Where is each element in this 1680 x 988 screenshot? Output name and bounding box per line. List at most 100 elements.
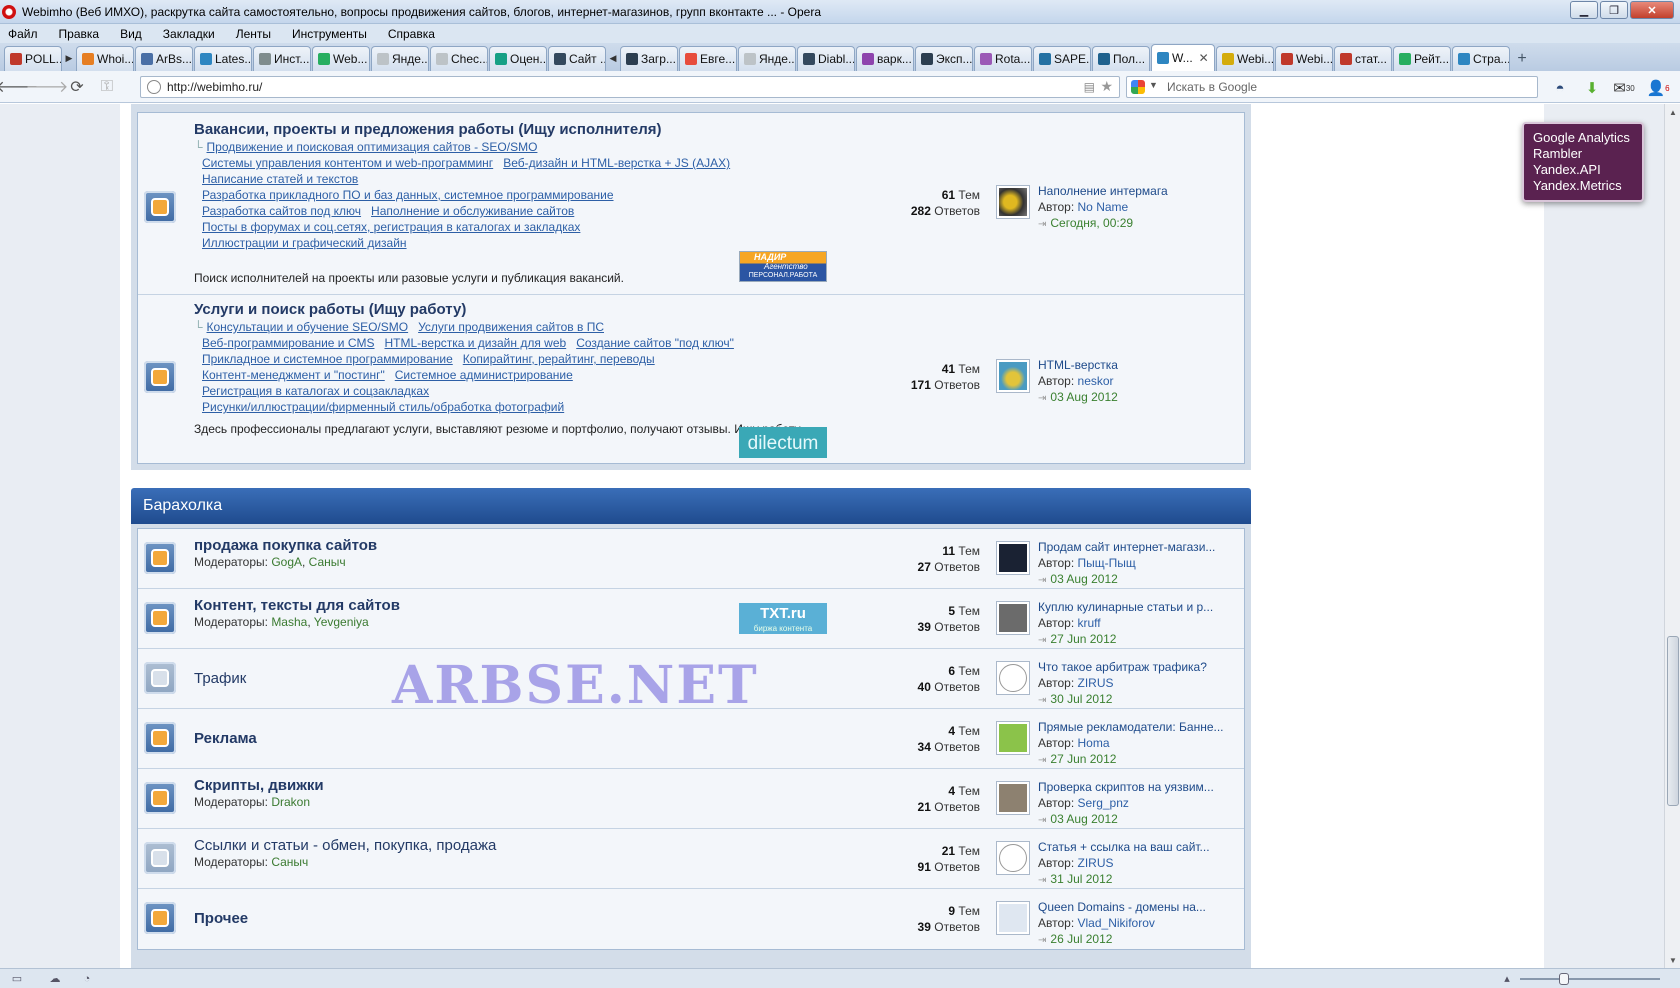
- go-last-post-icon[interactable]: ⇥: [1038, 815, 1046, 826]
- subforum-link[interactable]: Разработка прикладного ПО и баз данных, …: [202, 188, 614, 202]
- last-post-title[interactable]: HTML-верстка: [1038, 357, 1118, 373]
- last-post-author[interactable]: ZIRUS: [1078, 676, 1114, 690]
- last-post-author[interactable]: Vlad_Nikiforov: [1078, 916, 1155, 930]
- go-last-post-icon[interactable]: ⇥: [1038, 875, 1046, 886]
- contacts-icon[interactable]: 👤 6: [1646, 78, 1669, 98]
- moderator-link[interactable]: Masha: [271, 615, 307, 629]
- moderator-link[interactable]: Саныч: [309, 555, 346, 569]
- subforum-link[interactable]: Рисунки/иллюстрации/фирменный стиль/обра…: [202, 400, 564, 414]
- download-icon[interactable]: ⬇: [1582, 78, 1602, 98]
- last-post-author[interactable]: kruff: [1078, 616, 1101, 630]
- go-last-post-icon[interactable]: ⇥: [1038, 695, 1046, 706]
- last-post-author[interactable]: ZIRUS: [1078, 856, 1114, 870]
- forum-row-services[interactable]: Услуги и поиск работы (Ищу работу) └ Конс…: [138, 295, 1244, 463]
- forum-title[interactable]: Скрипты, движки: [194, 777, 324, 794]
- tab-scroll-icon[interactable]: ◀: [607, 46, 619, 71]
- key-icon[interactable]: ⚿: [94, 74, 120, 100]
- tab-7[interactable]: Янде...: [371, 46, 429, 71]
- last-post-avatar[interactable]: [996, 661, 1030, 695]
- zoom-slider[interactable]: [1520, 973, 1660, 985]
- menu-view[interactable]: Вид: [120, 27, 142, 41]
- last-post-avatar[interactable]: [996, 841, 1030, 875]
- subforum-link[interactable]: Продвижение и поисковая оптимизация сайт…: [207, 140, 538, 154]
- subforum-link[interactable]: Посты в форумах и соц.сетях, регистрация…: [202, 220, 580, 234]
- subforum-link[interactable]: Прикладное и системное программирование: [202, 352, 453, 366]
- tab-22[interactable]: Webi...: [1275, 46, 1333, 71]
- panel-toggle-icon[interactable]: ▭: [8, 972, 26, 986]
- minimize-button[interactable]: ▁: [1570, 1, 1598, 19]
- last-post-avatar[interactable]: [996, 601, 1030, 635]
- go-last-post-icon[interactable]: ⇥: [1038, 935, 1046, 946]
- subforum-link[interactable]: Системное администрирование: [395, 368, 573, 382]
- forum-row[interactable]: Прочее 9 Тем 39 Ответов Queen Domains - дом…: [138, 889, 1244, 949]
- search-field[interactable]: ▼ Искать в Google: [1126, 76, 1538, 98]
- forum-title[interactable]: Реклама: [194, 730, 257, 747]
- tab-19[interactable]: Пол...: [1092, 46, 1150, 71]
- site-info-icon[interactable]: [147, 80, 161, 94]
- tab-8[interactable]: Chec...: [430, 46, 488, 71]
- tab-6[interactable]: Web...: [312, 46, 370, 71]
- address-field[interactable]: http://webimho.ru/ ▤ ★: [140, 76, 1120, 98]
- tab-10[interactable]: Сайт ...: [548, 46, 606, 71]
- tab-13[interactable]: Янде...: [738, 46, 796, 71]
- new-tab-icon[interactable]: +: [1511, 46, 1533, 71]
- maximize-button[interactable]: ❐: [1600, 1, 1628, 19]
- tab-17[interactable]: Rota...: [974, 46, 1032, 71]
- subforum-link[interactable]: Создание сайтов "под ключ": [576, 336, 734, 350]
- tab-4[interactable]: Lates...: [194, 46, 252, 71]
- menu-feeds[interactable]: Ленты: [236, 27, 271, 41]
- forum-row[interactable]: Реклама 4 Тем 34 Ответов Прямые рекламодате…: [138, 709, 1244, 769]
- forum-row[interactable]: продажа покупка сайтов Модераторы: GogA, …: [138, 529, 1244, 589]
- tab-15[interactable]: варк...: [856, 46, 914, 71]
- tab-23[interactable]: стат...: [1334, 46, 1392, 71]
- forum-title[interactable]: Вакансии, проекты и предложения работы (…: [194, 121, 662, 138]
- last-post-avatar[interactable]: [996, 721, 1030, 755]
- tab-24[interactable]: Рейт...: [1393, 46, 1451, 71]
- subforum-link[interactable]: Иллюстрации и графический дизайн: [202, 236, 407, 250]
- category-header[interactable]: Барахолка: [131, 488, 1251, 524]
- forward-icon[interactable]: 🡒: [26, 74, 69, 100]
- subforum-link[interactable]: Копирайтинг, рерайтинг, переводы: [463, 352, 655, 366]
- zoom-slider-knob[interactable]: [1559, 973, 1569, 985]
- forum-title[interactable]: Услуги и поиск работы (Ищу работу): [194, 301, 466, 318]
- subforum-link[interactable]: Консультации и обучение SEO/SMO: [207, 320, 409, 334]
- scroll-up-icon[interactable]: ▲: [1667, 106, 1679, 118]
- tab-2[interactable]: Whoi...: [76, 46, 134, 71]
- unite-icon[interactable]: ☁: [46, 972, 64, 986]
- tab-9[interactable]: Оцен...: [489, 46, 547, 71]
- forum-row[interactable]: Ссылки и статьи - обмен, покупка, продаж…: [138, 829, 1244, 889]
- last-post-avatar[interactable]: [996, 781, 1030, 815]
- bookmark-star-icon[interactable]: ★: [1100, 78, 1113, 95]
- subforum-link[interactable]: Разработка сайтов под ключ: [202, 204, 361, 218]
- last-post-title[interactable]: Статья + ссылка на ваш сайт...: [1038, 839, 1210, 855]
- tab-11[interactable]: Загр...: [620, 46, 678, 71]
- last-post-title[interactable]: Наполнение интермага: [1038, 183, 1168, 199]
- last-post-avatar[interactable]: [996, 541, 1030, 575]
- dilectum-banner[interactable]: dilectum: [739, 427, 827, 458]
- nadir-banner[interactable]: НАДИР Агентство ПЕРСОНАЛ.РАБОТА: [739, 251, 827, 282]
- menu-edit[interactable]: Правка: [59, 27, 100, 41]
- go-last-post-icon[interactable]: ⇥: [1038, 219, 1046, 230]
- tab-14[interactable]: Diabl...: [797, 46, 855, 71]
- zoom-out-icon[interactable]: ▴: [1498, 972, 1516, 986]
- forum-title[interactable]: Контент, тексты для сайтов: [194, 597, 400, 614]
- last-post-author[interactable]: Homa: [1078, 736, 1110, 750]
- forum-row-vacancies[interactable]: Вакансии, проекты и предложения работы (…: [138, 113, 1244, 295]
- forum-title[interactable]: Ссылки и статьи - обмен, покупка, продаж…: [194, 837, 496, 854]
- menu-help[interactable]: Справка: [388, 27, 435, 41]
- last-post-title[interactable]: Прямые рекламодатели: Банне...: [1038, 719, 1224, 735]
- chevron-down-icon[interactable]: ▼: [1149, 80, 1158, 90]
- subforum-link[interactable]: Веб-дизайн и HTML-верстка + JS (AJAX): [503, 156, 730, 170]
- forum-title[interactable]: Прочее: [194, 910, 248, 927]
- scroll-down-icon[interactable]: ▼: [1667, 954, 1679, 966]
- forum-title[interactable]: Трафик: [194, 670, 246, 687]
- close-window-button[interactable]: ✕: [1630, 1, 1674, 19]
- subforum-link[interactable]: Регистрация в каталогах и соцзакладках: [202, 384, 429, 398]
- forum-row[interactable]: Контент, тексты для сайтов Модераторы: Ma…: [138, 589, 1244, 649]
- turbo-icon[interactable]: ◓: [1550, 78, 1570, 98]
- last-post-avatar[interactable]: [996, 901, 1030, 935]
- reload-icon[interactable]: ⟳: [64, 74, 90, 100]
- last-post-title[interactable]: Продам сайт интернет-магази...: [1038, 539, 1215, 555]
- tab-5[interactable]: Инст...: [253, 46, 311, 71]
- subforum-link[interactable]: Контент-менеджмент и "постинг": [202, 368, 385, 382]
